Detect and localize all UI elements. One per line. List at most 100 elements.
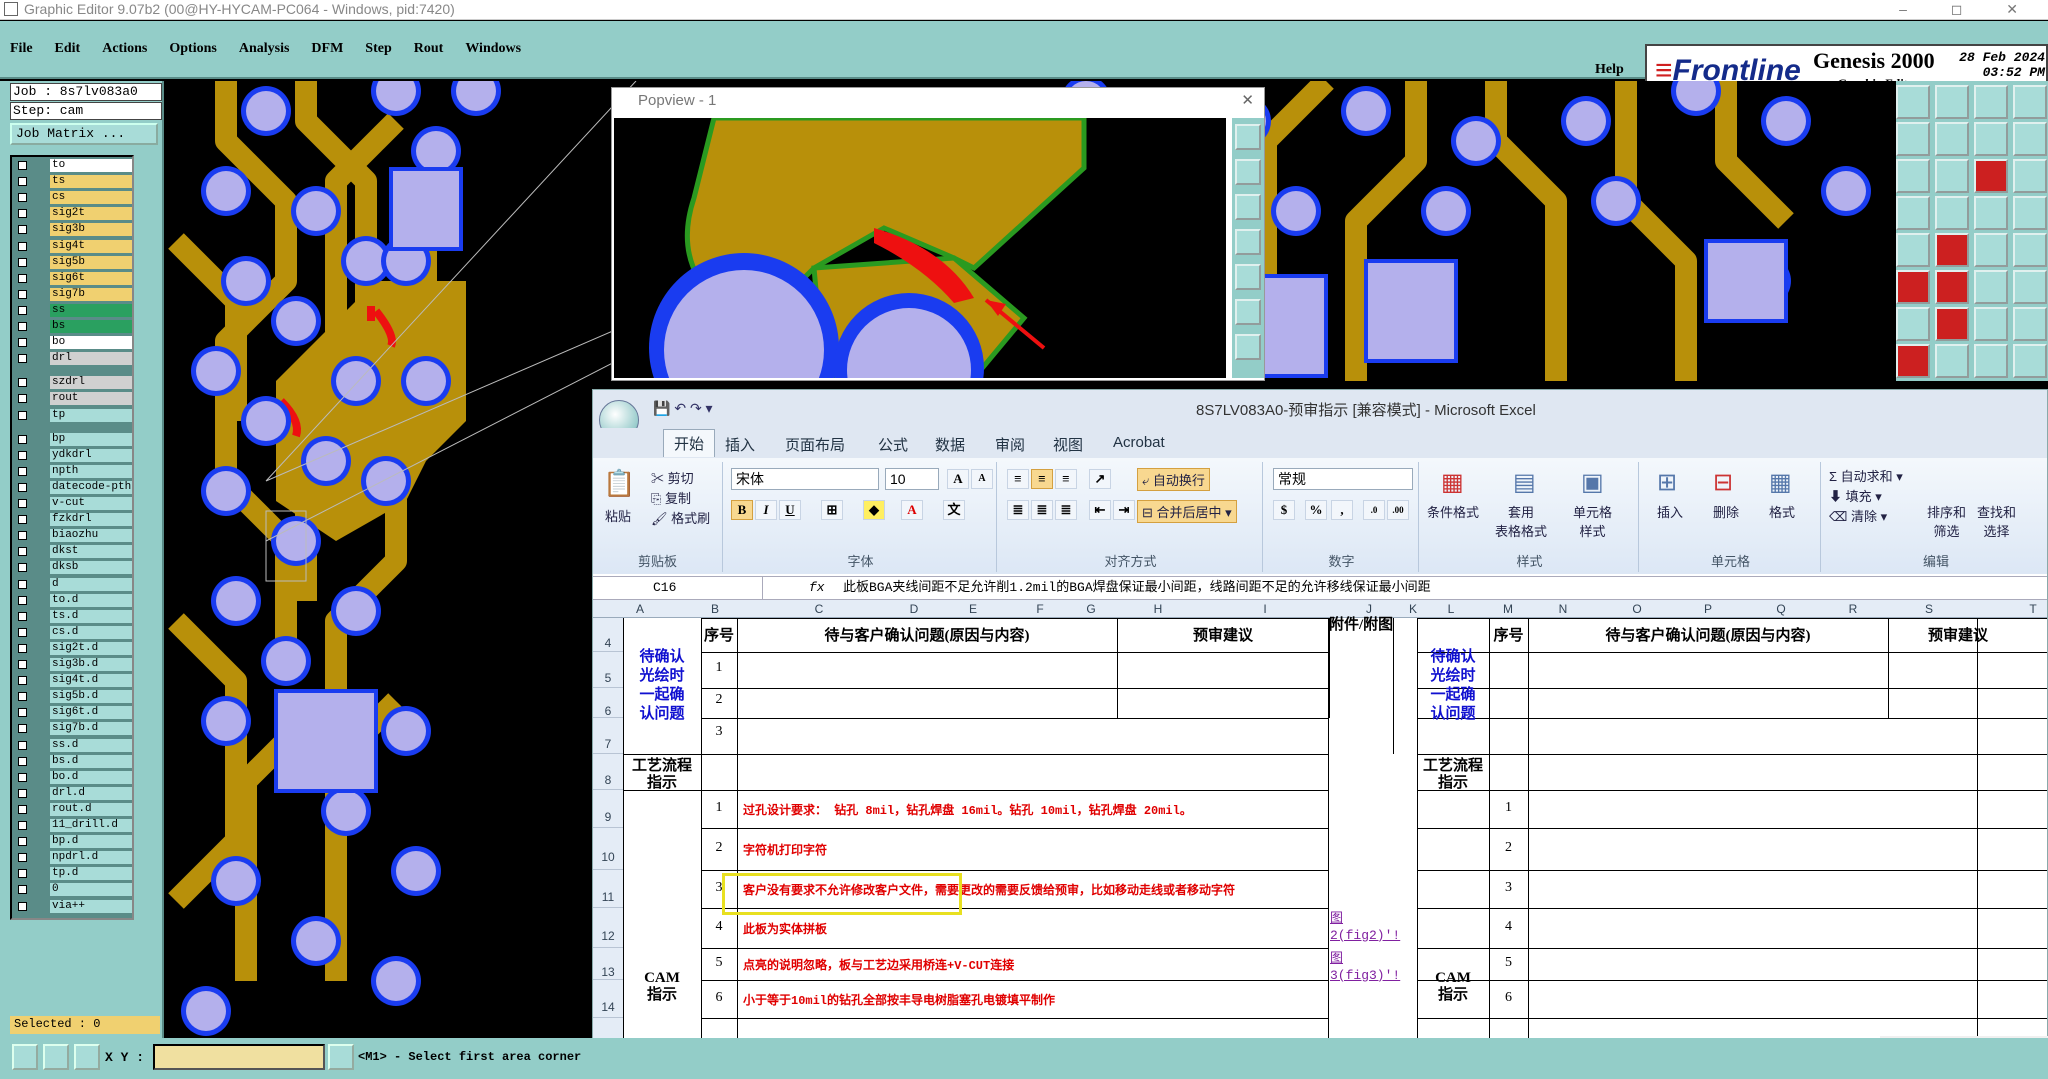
align-right-icon[interactable]: ≣ [1055, 500, 1077, 520]
menu-rout[interactable]: Rout [414, 41, 444, 56]
layer-row[interactable]: szdrl [14, 376, 132, 390]
tab-5[interactable]: 审阅 [995, 434, 1025, 455]
menu-step[interactable]: Step [365, 41, 391, 56]
column-header[interactable]: B [700, 602, 730, 616]
layer-row[interactable]: 11_drill.d [14, 819, 132, 832]
layer-row[interactable]: ss.d [14, 738, 132, 752]
layer-checkbox[interactable] [18, 305, 27, 315]
layer-checkbox[interactable] [18, 804, 27, 814]
column-header[interactable]: S [1914, 602, 1944, 616]
tool-icon[interactable] [1935, 307, 1969, 341]
layer-checkbox[interactable] [18, 772, 27, 782]
layer-checkbox[interactable] [18, 394, 27, 404]
grid-icon[interactable] [74, 1044, 100, 1070]
layer-checkbox[interactable] [18, 410, 27, 420]
layer-row[interactable]: to.d [14, 593, 132, 607]
layer-row[interactable]: fzkdrl [14, 513, 132, 527]
tool-icon[interactable] [1896, 196, 1930, 230]
popview-tool-icon[interactable] [1235, 264, 1261, 290]
layer-checkbox[interactable] [18, 788, 27, 798]
bold-button[interactable]: B [731, 500, 753, 520]
tab-6[interactable]: 视图 [1053, 434, 1083, 455]
tool-icon[interactable] [2013, 85, 2047, 119]
tool-icon[interactable] [1935, 233, 1969, 267]
function-icon[interactable]: fx [809, 577, 825, 599]
formula-input[interactable]: 此板BGA夹线间距不足允许削1.2mil的BGA焊盘保证最小间距，线路间距不足的… [843, 577, 1431, 599]
pan-icon[interactable] [12, 1044, 38, 1070]
tool-icon[interactable] [2013, 122, 2047, 156]
tool-icon[interactable] [1974, 85, 2008, 119]
tool-icon[interactable] [1974, 196, 2008, 230]
table-format-button[interactable]: 套用 表格格式 [1495, 502, 1547, 540]
align-top-icon[interactable]: ≡ [1007, 469, 1029, 489]
underline-button[interactable]: U [779, 500, 801, 520]
layer-row[interactable]: tp [14, 408, 132, 422]
layer-checkbox[interactable] [18, 885, 27, 895]
layer-row[interactable]: d [14, 577, 132, 591]
layer-checkbox[interactable] [18, 740, 27, 750]
popview-tool-icon[interactable] [1235, 194, 1261, 220]
tab-3[interactable]: 公式 [878, 434, 908, 455]
quick-access-toolbar[interactable]: 💾 ↶ ↷ ▾ [653, 400, 713, 417]
layer-row[interactable]: bo [14, 336, 132, 350]
tab-0[interactable]: 开始 [663, 429, 716, 457]
layer-checkbox[interactable] [18, 692, 27, 702]
layer-row[interactable]: sig4t.d [14, 674, 132, 688]
layer-row[interactable]: drl [14, 352, 132, 366]
column-header[interactable]: D [899, 602, 929, 616]
tool-icon[interactable] [2013, 344, 2047, 378]
tool-icon[interactable] [2013, 307, 2047, 341]
layer-row[interactable]: sig4t [14, 239, 132, 253]
sheet-grid[interactable]: 456789101112131415序号待与客户确认问题(原因与内容)预审建议附… [593, 618, 2047, 1078]
layer-checkbox[interactable] [18, 257, 27, 267]
tool-icon[interactable] [1935, 122, 1969, 156]
layer-row[interactable]: sig5b [14, 255, 132, 269]
grow-font-icon[interactable]: A [947, 469, 969, 489]
decrease-decimal-icon[interactable]: .00 [1387, 500, 1409, 520]
popview-tool-icon[interactable] [1235, 299, 1261, 325]
indent-increase-icon[interactable]: ⇥ [1113, 500, 1135, 520]
merge-center-button[interactable]: ⊟ 合并后居中 ▾ [1137, 500, 1237, 523]
layer-row[interactable]: sig7b.d [14, 722, 132, 736]
layer-row[interactable]: 0 [14, 883, 132, 897]
column-header[interactable]: E [958, 602, 988, 616]
table-format-icon[interactable]: ▤ [1513, 468, 1536, 497]
column-header[interactable]: J [1354, 602, 1384, 616]
layer-row[interactable]: cs [14, 191, 132, 205]
layer-checkbox[interactable] [18, 354, 27, 364]
tool-icon[interactable] [1935, 270, 1969, 304]
menu-dfm[interactable]: DFM [311, 41, 343, 56]
insert-cells-button[interactable]: 插入 [1657, 502, 1683, 521]
conditional-format-button[interactable]: 条件格式 [1427, 502, 1479, 521]
menu-help[interactable]: Help [1595, 62, 1624, 78]
tool-icon[interactable] [1896, 233, 1930, 267]
layer-checkbox[interactable] [18, 177, 27, 187]
layer-row[interactable]: sig7b [14, 287, 132, 301]
column-header[interactable]: N [1548, 602, 1578, 616]
layer-checkbox[interactable] [18, 531, 27, 541]
column-header[interactable]: K [1398, 602, 1428, 616]
layer-row[interactable]: sig3b.d [14, 658, 132, 671]
layer-row[interactable]: npdrl.d [14, 851, 132, 865]
layer-checkbox[interactable] [18, 322, 27, 331]
layer-row[interactable]: sig6t.d [14, 706, 132, 720]
layer-row[interactable]: sig5b.d [14, 690, 132, 704]
layer-checkbox[interactable] [18, 821, 27, 830]
tool-icon[interactable] [1974, 122, 2008, 156]
tool-icon[interactable] [1935, 196, 1969, 230]
layer-row[interactable]: via++ [14, 899, 132, 913]
layer-checkbox[interactable] [18, 209, 27, 219]
find-select-button[interactable]: 查找和 选择 [1977, 502, 2016, 540]
fill-color-icon[interactable]: ◆ [863, 500, 885, 520]
layer-checkbox[interactable] [18, 482, 27, 492]
align-center-icon[interactable]: ≣ [1031, 500, 1053, 520]
layer-row[interactable]: datecode-pth [14, 480, 132, 494]
percent-icon[interactable]: % [1305, 500, 1327, 520]
cut-button[interactable]: ✂ 剪切 [651, 468, 694, 487]
tool-icon[interactable] [1935, 159, 1969, 193]
window-controls[interactable]: ‒ ◻ ✕ [1899, 0, 2038, 18]
layer-checkbox[interactable] [18, 837, 27, 847]
column-header[interactable]: A [625, 602, 655, 616]
layer-checkbox[interactable] [18, 161, 27, 170]
tool-icon[interactable] [1974, 307, 2008, 341]
